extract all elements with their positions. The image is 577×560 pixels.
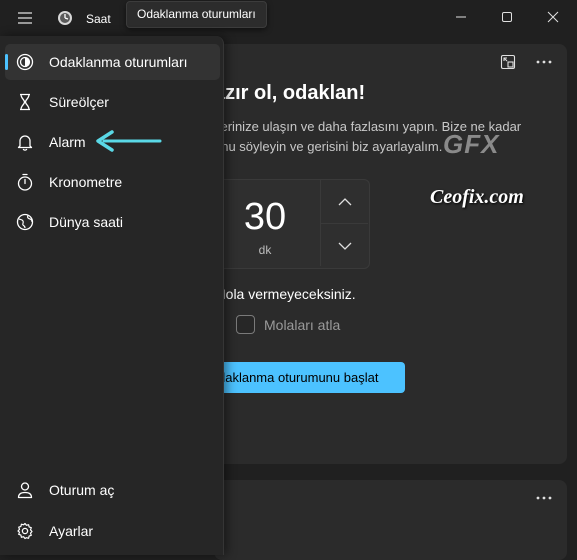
more-icon xyxy=(536,60,552,64)
secondary-more-button[interactable] xyxy=(531,487,557,509)
nav-label: Ayarlar xyxy=(49,523,94,539)
nav-item-sign-in[interactable]: Oturum aç xyxy=(5,472,220,508)
secondary-card xyxy=(214,480,567,560)
more-icon xyxy=(536,496,552,500)
chevron-down-icon xyxy=(338,242,351,250)
focus-heading: azır ol, odaklan! xyxy=(214,82,366,104)
person-icon xyxy=(16,481,34,499)
duration-value[interactable]: 30 xyxy=(226,196,304,239)
compact-overlay-button[interactable] xyxy=(495,51,521,73)
nav-label: Süreölçer xyxy=(49,94,109,110)
nav-label: Oturum aç xyxy=(49,482,115,498)
description-line-2: unu söyleyin ve gerisini biz ayarlayalım… xyxy=(214,139,443,154)
compact-overlay-icon xyxy=(500,54,516,70)
nav-label: Dünya saati xyxy=(49,214,123,230)
gear-icon xyxy=(16,522,34,540)
hourglass-icon xyxy=(16,93,34,111)
nav-label: Kronometre xyxy=(49,174,123,190)
nav-item-stopwatch[interactable]: Kronometre xyxy=(5,164,220,200)
nav-label: Odaklanma oturumları xyxy=(49,54,188,70)
bell-icon xyxy=(16,133,34,151)
nav-item-timer[interactable]: Süreölçer xyxy=(5,84,220,120)
watermark-text: Ceofix.com xyxy=(430,186,524,208)
nav-label: Alarm xyxy=(49,134,86,150)
nav-item-settings[interactable]: Ayarlar xyxy=(5,513,220,549)
focus-description: flerinize ulaşın ve daha fazlasını yapın… xyxy=(214,117,554,157)
hamburger-icon xyxy=(18,12,32,24)
hamburger-menu-button[interactable] xyxy=(10,6,40,30)
duration-unit: dk xyxy=(258,243,272,257)
close-button[interactable] xyxy=(530,0,576,34)
minimize-button[interactable] xyxy=(438,0,484,34)
maximize-button[interactable] xyxy=(484,0,530,34)
start-focus-session-button[interactable]: daklanma oturumunu başlat xyxy=(214,362,405,393)
maximize-icon xyxy=(502,12,512,22)
minimize-icon xyxy=(456,16,466,18)
decrease-duration-button[interactable] xyxy=(321,224,368,267)
tooltip: Odaklanma oturumları xyxy=(126,1,267,28)
skip-breaks-label[interactable]: Molaları atla xyxy=(264,317,340,333)
increase-duration-button[interactable] xyxy=(321,180,368,223)
break-info: Mola vermeyeceksiniz. xyxy=(214,286,356,302)
nav-item-focus-sessions[interactable]: Odaklanma oturumları xyxy=(5,44,220,80)
close-icon xyxy=(547,11,559,23)
description-line-1: flerinize ulaşın ve daha fazlasını yapın… xyxy=(214,119,522,134)
stopwatch-icon xyxy=(16,173,34,191)
annotation-arrow-icon xyxy=(96,130,162,152)
navigation-pane: Odaklanma oturumları Süreölçer Alarm Kro… xyxy=(0,36,224,555)
more-options-button[interactable] xyxy=(531,51,557,73)
nav-item-world-clock[interactable]: Dünya saati xyxy=(5,204,220,240)
clock-app-icon xyxy=(57,10,73,26)
globe-icon xyxy=(16,213,34,231)
app-title: Saat xyxy=(86,12,111,26)
focus-icon xyxy=(16,53,34,71)
skip-breaks-checkbox[interactable] xyxy=(236,315,255,334)
title-bar: Saat Odaklanma oturumları xyxy=(0,0,577,36)
chevron-up-icon xyxy=(338,197,351,205)
watermark-logo: GFX xyxy=(443,129,500,159)
